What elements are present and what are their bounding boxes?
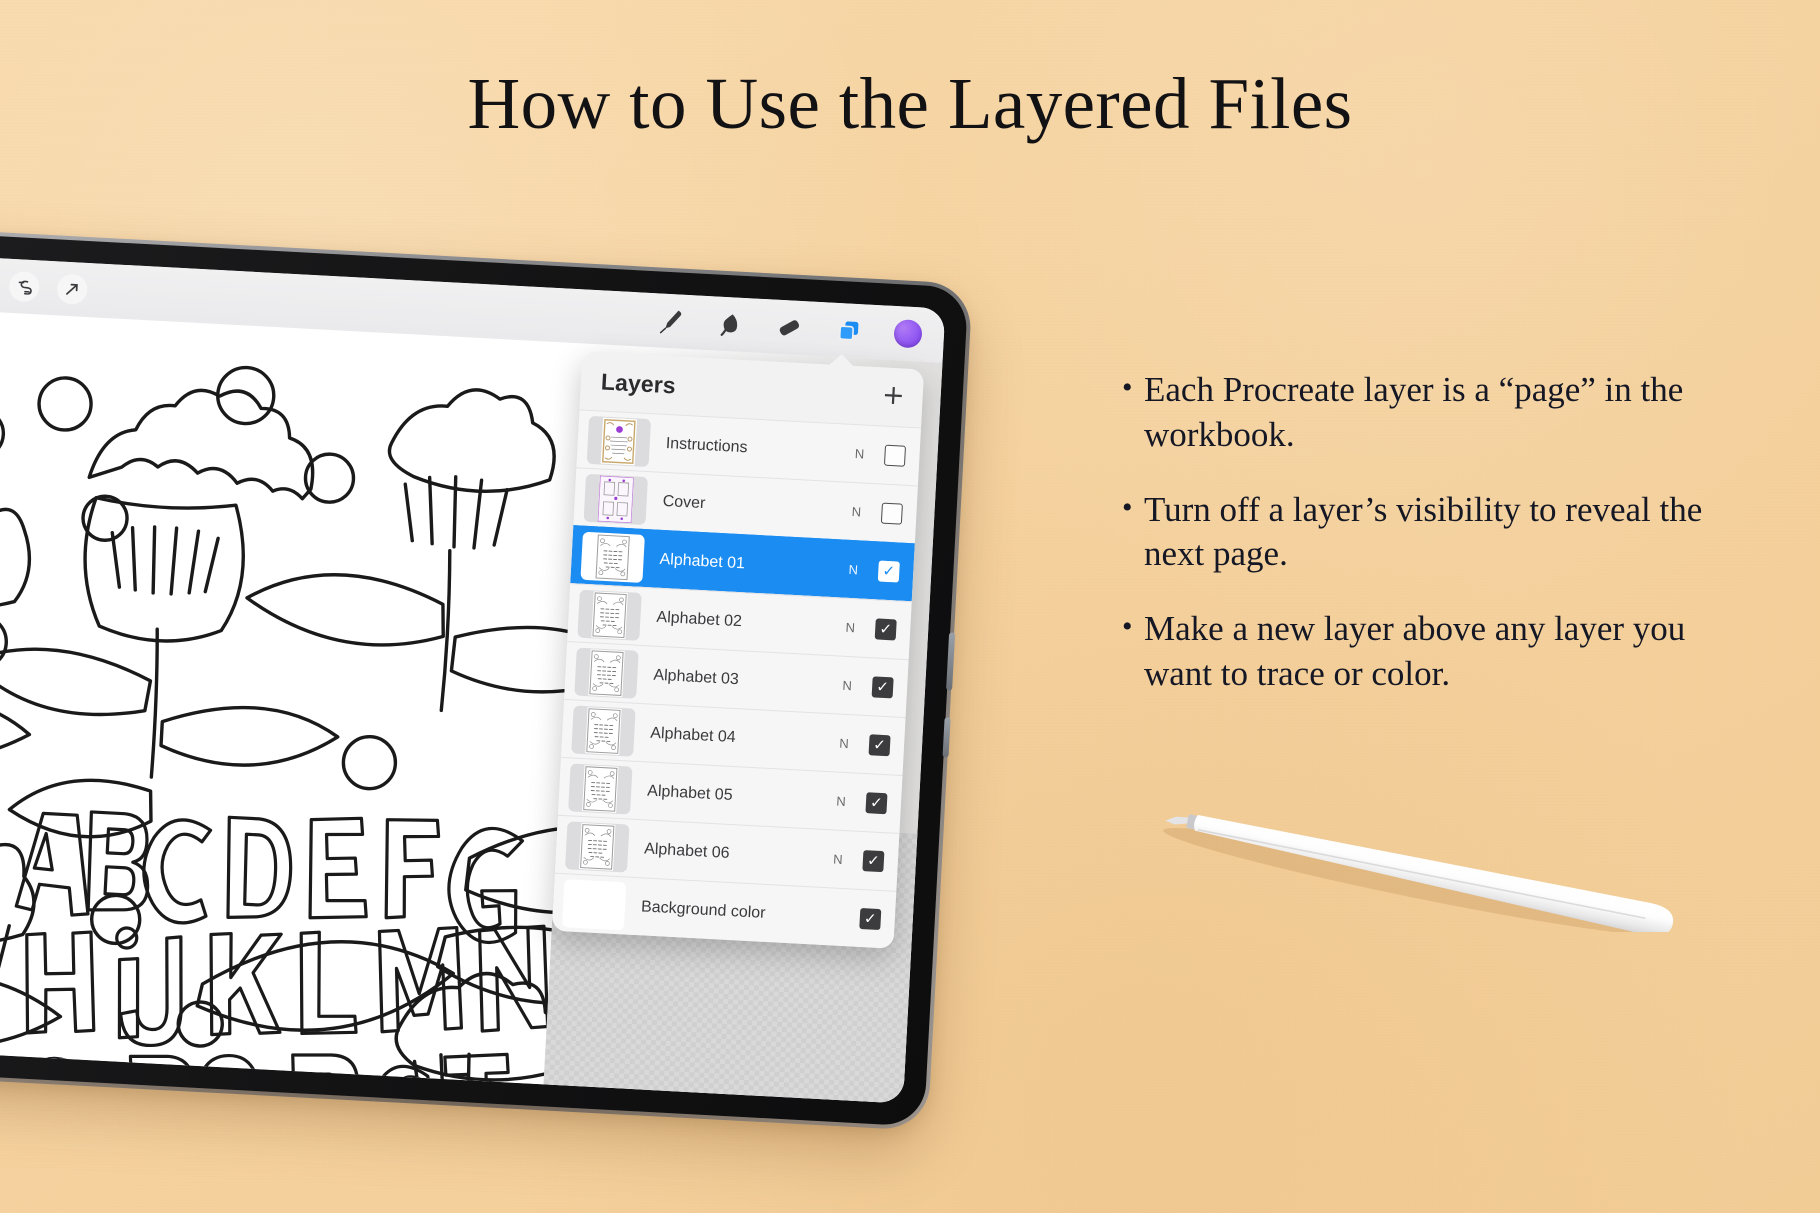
- layer-name: Alphabet 04: [649, 724, 737, 746]
- layer-name: Instructions: [665, 434, 748, 456]
- layer-visibility-checkbox[interactable]: ✓: [871, 676, 894, 699]
- instruction-bullet: • Turn off a layer’s visibility to reveal…: [1122, 488, 1742, 578]
- layer-visibility-checkbox[interactable]: ✓: [859, 907, 882, 931]
- toolbar-right-group: [654, 305, 923, 349]
- layers-icon[interactable]: [833, 315, 865, 347]
- layer-visibility-checkbox[interactable]: [880, 502, 903, 525]
- checkmark-icon: ✓: [875, 677, 890, 697]
- panel-caret: [828, 353, 855, 367]
- layer-blend-mode[interactable]: N: [836, 677, 859, 693]
- selection-icon[interactable]: [8, 270, 41, 303]
- layer-blend-mode[interactable]: N: [827, 851, 850, 867]
- add-layer-button[interactable]: +: [881, 379, 905, 413]
- checkmark-icon: ✓: [869, 793, 884, 813]
- layer-name: Alphabet 05: [646, 782, 734, 804]
- brush-icon[interactable]: [654, 305, 686, 337]
- layer-thumbnail-image: [600, 417, 638, 465]
- layer-thumbnail[interactable]: [583, 473, 649, 525]
- layer-visibility-checkbox[interactable]: ✓: [874, 618, 897, 641]
- layer-thumbnail[interactable]: [571, 704, 636, 757]
- layer-thumbnail-image: [582, 764, 619, 813]
- checkmark-icon: ✓: [866, 851, 881, 870]
- layer-visibility-checkbox[interactable]: ✓: [877, 560, 900, 583]
- instruction-bullet: • Each Procreate layer is a “page” in the…: [1122, 368, 1742, 458]
- checkmark-icon: ✓: [878, 619, 893, 639]
- page-title: How to Use the Layered Files: [467, 63, 1353, 144]
- layer-blend-mode[interactable]: [824, 917, 846, 918]
- layer-thumbnail-image: [594, 532, 631, 581]
- tablet-device: Layers + Instructions N Cover N Alphabet 01 N…: [0, 227, 973, 1131]
- layer-thumbnail[interactable]: [568, 762, 633, 815]
- checkmark-icon: ✓: [882, 561, 896, 581]
- bullet-marker-icon: •: [1122, 610, 1133, 644]
- tablet-screen: Layers + Instructions N Cover N Alphabet 01 N…: [0, 255, 946, 1104]
- layer-thumbnail[interactable]: [565, 820, 630, 873]
- layer-thumbnail-image: [597, 475, 634, 523]
- layer-blend-mode[interactable]: N: [842, 562, 865, 578]
- layer-blend-mode[interactable]: N: [830, 793, 853, 809]
- layer-visibility-checkbox[interactable]: ✓: [868, 734, 891, 757]
- eraser-icon[interactable]: [773, 312, 805, 344]
- layer-thumbnail[interactable]: [577, 589, 642, 641]
- layer-name: Alphabet 03: [653, 666, 740, 688]
- layer-name: Background color: [640, 897, 766, 922]
- layer-thumbnail[interactable]: [580, 531, 645, 583]
- layer-visibility-checkbox[interactable]: ✓: [862, 850, 885, 873]
- layer-visibility-checkbox[interactable]: ✓: [865, 792, 888, 815]
- apple-pencil: [1118, 812, 1718, 936]
- checkmark-icon: ✓: [863, 909, 878, 928]
- layers-list: Instructions N Cover N Alphabet 01 N ✓ Alphabet…: [551, 409, 922, 949]
- layer-thumbnail-image: [585, 706, 622, 755]
- transform-icon[interactable]: [56, 273, 88, 305]
- layer-name: Alphabet 02: [656, 608, 743, 630]
- layer-thumbnail[interactable]: [561, 878, 627, 930]
- bullet-marker-icon: •: [1122, 490, 1133, 524]
- layer-name: Alphabet 01: [659, 550, 746, 572]
- instruction-bullet-text: Make a new layer above any layer you wan…: [1144, 609, 1686, 693]
- layer-visibility-checkbox[interactable]: [883, 444, 907, 467]
- layer-thumbnail[interactable]: [574, 647, 639, 699]
- instruction-bullet: • Make a new layer above any layer you wa…: [1122, 607, 1742, 697]
- layers-panel: Layers + Instructions N Cover N Alphabet 01 N…: [551, 351, 925, 949]
- instruction-bullet-text: Turn off a layer’s visibility to reveal …: [1144, 489, 1703, 574]
- layer-thumbnail-image: [579, 822, 616, 871]
- layer-blend-mode[interactable]: N: [839, 619, 862, 635]
- layer-thumbnail-image: [563, 879, 626, 929]
- toolbar-left-group: [0, 268, 88, 305]
- layer-name: Cover: [662, 492, 706, 512]
- bullet-marker-icon: •: [1122, 371, 1133, 404]
- instruction-bullet-text: Each Procreate layer is a “page” in the …: [1144, 370, 1684, 454]
- instructions-list: • Each Procreate layer is a “page” in the…: [1122, 368, 1742, 727]
- layer-blend-mode[interactable]: N: [833, 735, 856, 751]
- layer-blend-mode[interactable]: N: [848, 446, 871, 462]
- layer-blend-mode[interactable]: N: [845, 504, 868, 520]
- layers-panel-title: Layers: [600, 367, 677, 398]
- layer-thumbnail-image: [588, 648, 625, 697]
- checkmark-icon: ✓: [872, 735, 887, 755]
- color-swatch[interactable]: [893, 318, 923, 349]
- layer-thumbnail-image: [591, 590, 628, 639]
- layer-name: Alphabet 06: [643, 839, 730, 862]
- smudge-icon[interactable]: [713, 308, 745, 340]
- layer-thumbnail[interactable]: [586, 415, 652, 467]
